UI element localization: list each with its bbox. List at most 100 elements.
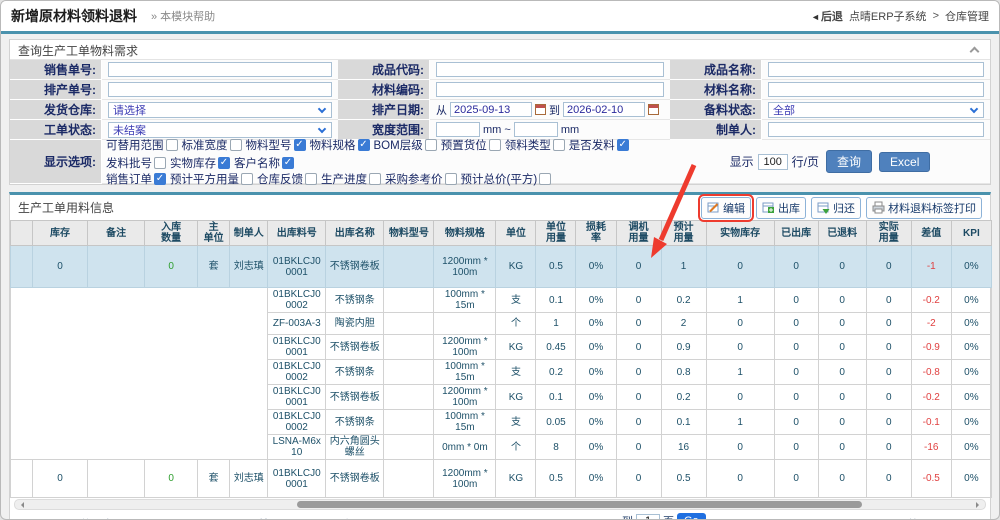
order-status-label: 工单状态: xyxy=(10,120,102,140)
date-from-input[interactable] xyxy=(450,102,532,117)
table-cell: 0% xyxy=(576,435,616,460)
option-checkbox[interactable] xyxy=(425,139,437,151)
table-cell: 01BKLCJ00001 xyxy=(268,335,326,360)
goto-page: 到 页 Go xyxy=(622,513,706,520)
table-cell: 0 xyxy=(616,335,661,360)
display-options-label: 显示选项: xyxy=(10,140,102,184)
printer-icon xyxy=(872,201,885,214)
query-panel: 查询生产工单物料需求 销售单号: 成品代码: 成品名称: 排产单号: 材料编码:… xyxy=(9,39,991,185)
goto-page-input[interactable] xyxy=(636,514,660,520)
column-header: 物料型号 xyxy=(384,221,434,246)
date-to-input[interactable] xyxy=(563,102,645,117)
material-name-input[interactable] xyxy=(768,82,984,97)
calendar-icon[interactable] xyxy=(535,104,546,115)
warehouse-select[interactable]: 请选择 xyxy=(108,102,332,118)
product-code-input[interactable] xyxy=(436,62,664,77)
option-label: 物料规格 xyxy=(310,137,356,153)
table-cell: -0.5 xyxy=(911,460,951,498)
stock-status-select[interactable]: 全部 xyxy=(768,102,984,118)
table-cell: 01BKLCJ00001 xyxy=(268,460,326,498)
table-cell: 0 xyxy=(818,335,866,360)
table-row[interactable]: 00套刘志瑱01BKLCJ00001不锈钢卷板1200mm * 100mKG0.… xyxy=(11,460,992,498)
table-cell: 0 xyxy=(145,460,198,498)
page-info: 第 1/1 页 xyxy=(908,516,951,520)
table-cell: 1200mm * 100m xyxy=(434,335,496,360)
table-cell: KG xyxy=(496,246,536,288)
table-cell: 不锈钢条 xyxy=(326,410,384,435)
table-cell: 0 xyxy=(774,385,818,410)
product-name-input[interactable] xyxy=(768,62,984,77)
display-option: 是否发料 xyxy=(569,137,629,153)
outbound-button[interactable]: 出库 xyxy=(756,197,806,219)
query-button[interactable]: 查询 xyxy=(826,150,872,173)
horizontal-scrollbar[interactable] xyxy=(14,499,986,510)
scroll-right-icon[interactable] xyxy=(976,502,982,508)
column-header: 出库料号 xyxy=(268,221,326,246)
go-button[interactable]: Go xyxy=(677,513,706,520)
sales-no-input[interactable] xyxy=(108,62,332,77)
table-cell: 不锈钢卷板 xyxy=(326,385,384,410)
option-checkbox[interactable] xyxy=(154,173,166,185)
option-checkbox[interactable] xyxy=(445,173,457,185)
option-checkbox[interactable] xyxy=(305,173,317,185)
table-cell: KG xyxy=(496,335,536,360)
back-link[interactable]: ◄后退 xyxy=(811,8,843,24)
table-cell: 0% xyxy=(951,460,991,498)
last-page-link[interactable]: 尾页 xyxy=(493,516,515,520)
scroll-left-icon[interactable] xyxy=(18,502,24,508)
module-help-link[interactable]: » 本模块帮助 xyxy=(151,8,215,24)
schedule-no-input[interactable] xyxy=(108,82,332,97)
option-checkbox[interactable] xyxy=(282,157,294,169)
option-checkbox[interactable] xyxy=(358,139,370,151)
option-checkbox[interactable] xyxy=(154,157,166,169)
table-cell: 0.05 xyxy=(536,410,576,435)
calendar-icon[interactable] xyxy=(648,104,659,115)
option-checkbox[interactable] xyxy=(241,173,253,185)
table-row[interactable]: 00套刘志瑱01BKLCJ00001不锈钢卷板1200mm * 100mKG0.… xyxy=(11,246,992,288)
option-label: 标准宽度 xyxy=(182,137,228,153)
order-status-select[interactable]: 未结案 xyxy=(108,122,332,138)
prev-page-link[interactable]: 上页 xyxy=(342,516,364,520)
collapse-icon[interactable] xyxy=(970,47,980,57)
width-min-input[interactable] xyxy=(436,122,480,137)
option-checkbox[interactable] xyxy=(294,139,306,151)
breadcrumb-area-link[interactable]: 仓库管理 xyxy=(945,8,989,24)
return-button[interactable]: 归还 xyxy=(811,197,861,219)
breadcrumb-system-link[interactable]: 点晴ERP子系统 xyxy=(849,8,927,24)
table-cell: 0.9 xyxy=(661,335,706,360)
option-label: 仓库反馈 xyxy=(257,171,303,187)
material-code-input[interactable] xyxy=(436,82,664,97)
table-cell: 0 xyxy=(706,246,774,288)
table-cell: 0 xyxy=(818,288,866,313)
table-cell: 支 xyxy=(496,360,536,385)
date-to-prefix: 到 xyxy=(549,102,560,118)
first-page-link[interactable]: 首页 xyxy=(258,516,280,520)
option-checkbox[interactable] xyxy=(166,139,178,151)
option-checkbox[interactable] xyxy=(553,139,565,151)
table-cell: 0 xyxy=(706,335,774,360)
chevron-down-icon xyxy=(318,104,326,112)
option-checkbox[interactable] xyxy=(230,139,242,151)
edit-button[interactable]: 编辑 xyxy=(701,197,751,219)
maker-input[interactable] xyxy=(768,122,984,137)
page-size-input[interactable] xyxy=(758,154,788,170)
display-option: 实物库存 xyxy=(170,155,230,171)
option-checkbox[interactable] xyxy=(489,139,501,151)
option-checkbox[interactable] xyxy=(369,173,381,185)
excel-button[interactable]: Excel xyxy=(879,152,930,172)
option-checkbox[interactable] xyxy=(539,173,551,185)
print-label-button[interactable]: 材料退料标签打印 xyxy=(866,197,982,219)
table-row[interactable]: 01BKLCJ00002不锈钢条100mm * 15m支0.10%00.2100… xyxy=(11,288,992,313)
table-cell: 0 xyxy=(145,246,198,288)
width-max-input[interactable] xyxy=(514,122,558,137)
table-cell: 1 xyxy=(706,410,774,435)
table-cell: 0% xyxy=(576,246,616,288)
scrollbar-thumb[interactable] xyxy=(297,501,862,508)
table-cell: 2 xyxy=(661,313,706,335)
option-checkbox[interactable] xyxy=(617,139,629,151)
next-page-link[interactable]: 下页 xyxy=(426,516,448,520)
stock-status-label: 备料状态: xyxy=(670,100,762,120)
date-from-prefix: 从 xyxy=(436,102,447,118)
option-checkbox[interactable] xyxy=(218,157,230,169)
table-cell: 0 xyxy=(706,460,774,498)
